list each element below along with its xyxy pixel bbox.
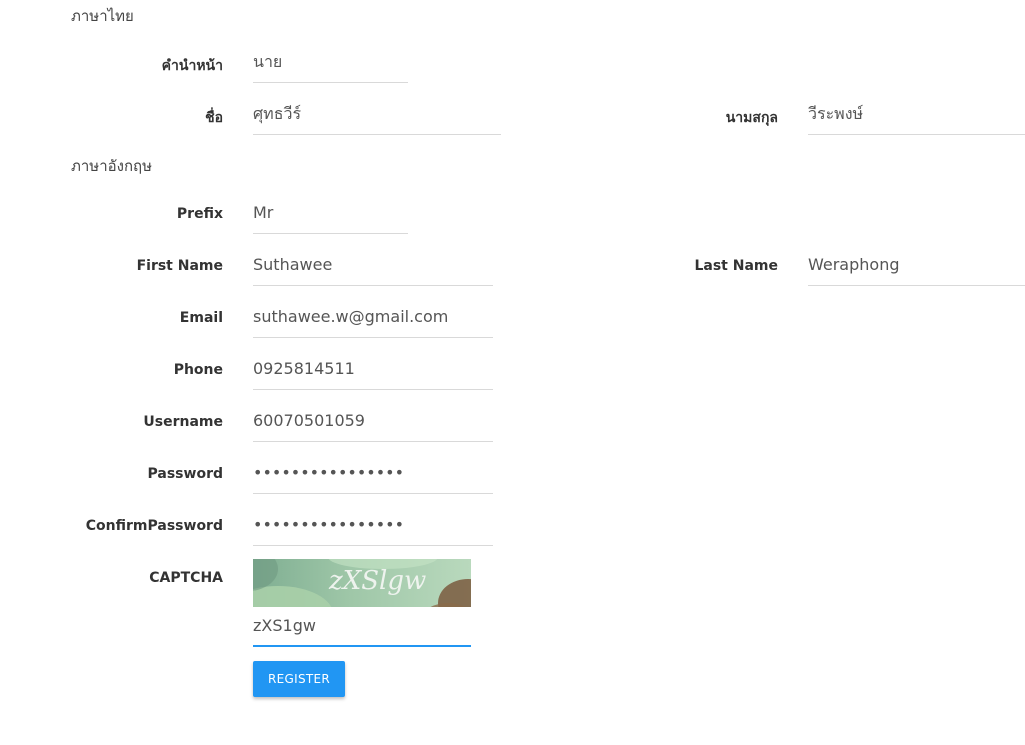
username-label: Username xyxy=(143,414,223,430)
thai-prefix-input[interactable] xyxy=(253,48,408,76)
password-input[interactable] xyxy=(253,459,493,487)
english-section-title: ภาษาอังกฤษ xyxy=(71,157,153,175)
captcha-label: CAPTCHA xyxy=(149,570,223,586)
phone-input[interactable] xyxy=(253,355,493,383)
last-name-input[interactable] xyxy=(808,251,1025,279)
prefix-field[interactable] xyxy=(253,199,408,234)
thai-prefix-field[interactable] xyxy=(253,48,408,83)
prefix-label: Prefix xyxy=(176,206,223,222)
email-input[interactable] xyxy=(253,303,493,331)
confirm-password-label: ConfirmPassword xyxy=(85,518,223,534)
confirm-password-field[interactable] xyxy=(253,511,493,546)
thai-last-name-field[interactable] xyxy=(808,100,1025,135)
thai-prefix-label: คำนำหน้า xyxy=(161,58,223,74)
password-field[interactable] xyxy=(253,459,493,494)
confirm-password-input[interactable] xyxy=(253,511,493,539)
phone-label: Phone xyxy=(173,362,223,378)
password-label: Password xyxy=(147,466,223,482)
phone-field[interactable] xyxy=(253,355,493,390)
captcha-text: zXSlgw xyxy=(328,566,426,596)
thai-last-name-input[interactable] xyxy=(808,100,1025,128)
email-field[interactable] xyxy=(253,303,493,338)
last-name-label: Last Name xyxy=(694,258,778,274)
thai-section-title: ภาษาไทย xyxy=(71,7,134,25)
username-input[interactable] xyxy=(253,407,493,435)
thai-last-name-label: นามสกุล xyxy=(725,110,778,126)
captcha-field[interactable] xyxy=(253,612,471,647)
last-name-field[interactable] xyxy=(808,251,1025,286)
prefix-input[interactable] xyxy=(253,199,408,227)
username-field[interactable] xyxy=(253,407,493,442)
email-label: Email xyxy=(179,310,223,326)
captcha-input[interactable] xyxy=(253,612,471,640)
captcha-image: zXSlgw xyxy=(253,559,471,607)
register-button[interactable]: REGISTER xyxy=(253,661,345,697)
